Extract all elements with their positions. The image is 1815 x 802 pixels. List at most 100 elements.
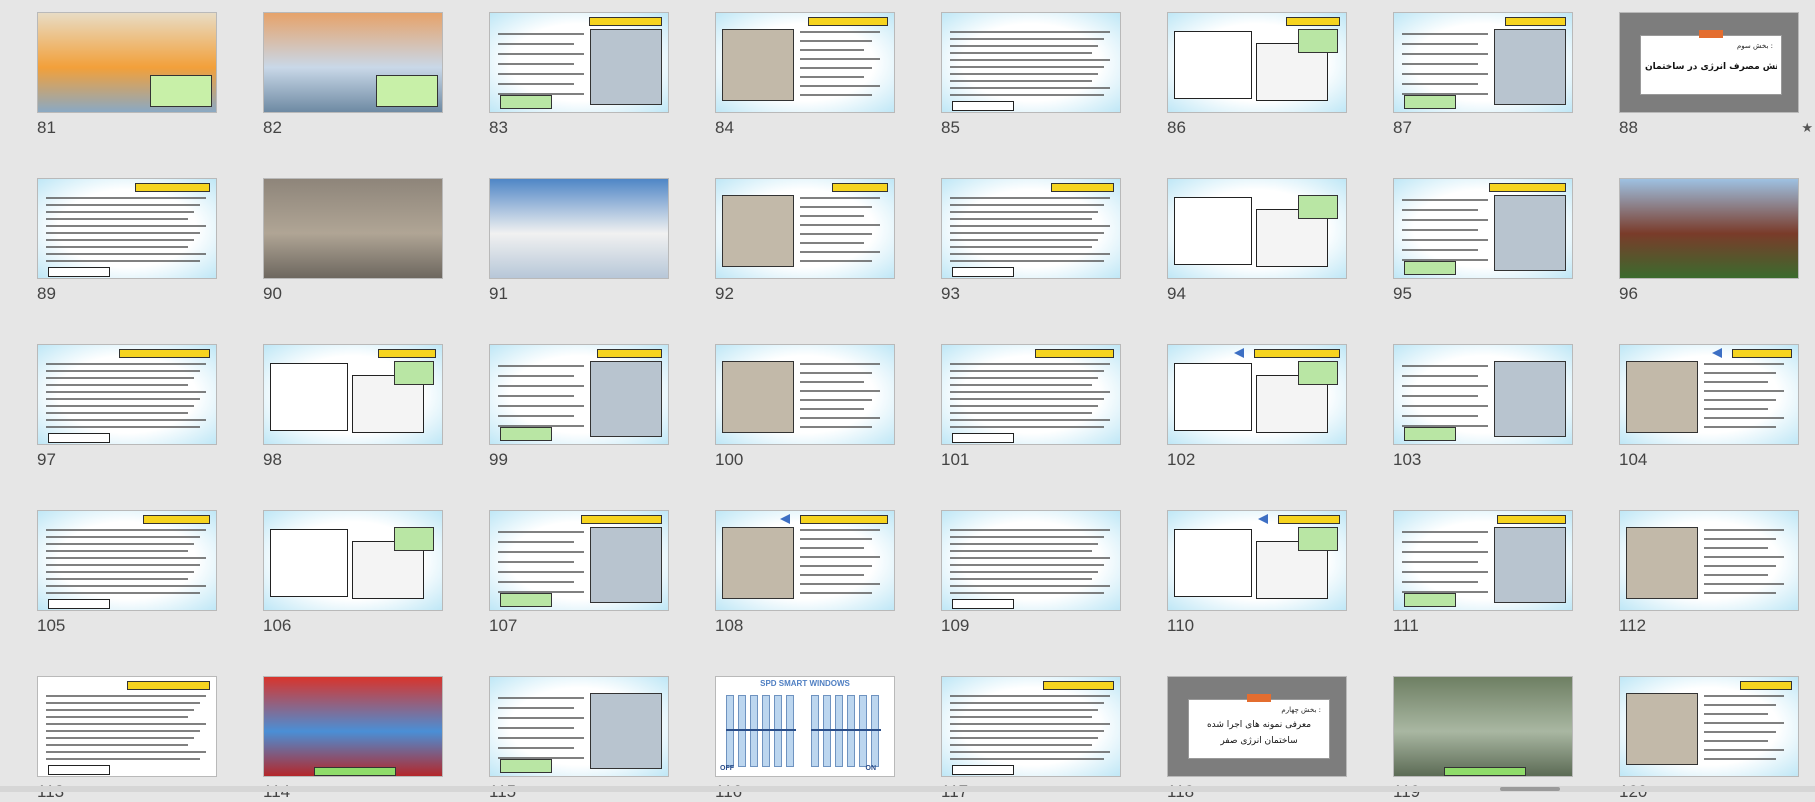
slide-thumbnail-cell[interactable]: 106 xyxy=(263,510,443,635)
slide-thumbnail[interactable] xyxy=(1619,510,1799,611)
slide-thumbnail[interactable]: SPD SMART WINDOWS OFF ON xyxy=(715,676,895,777)
slide-thumbnail-cell[interactable]: 84 xyxy=(715,12,895,137)
slide-thumbnail[interactable] xyxy=(941,676,1121,777)
text-line xyxy=(800,538,872,540)
slide-thumbnail[interactable] xyxy=(263,676,443,777)
slide-thumbnail[interactable] xyxy=(37,510,217,611)
slide-thumbnail[interactable] xyxy=(1619,344,1799,445)
slide-thumbnail-cell[interactable]: 120 xyxy=(1619,676,1799,801)
slide-title-bar xyxy=(1740,681,1792,690)
slide-thumbnail-cell[interactable]: 113 xyxy=(37,676,217,801)
slide-thumbnail-cell[interactable]: 100 xyxy=(715,344,895,469)
slide-thumbnail-cell[interactable]: 92 xyxy=(715,178,895,303)
slide-thumbnail-cell[interactable]: 82 xyxy=(263,12,443,137)
slide-thumbnail[interactable] xyxy=(489,676,669,777)
slide-thumbnail[interactable] xyxy=(1167,12,1347,113)
slide-thumbnail[interactable] xyxy=(1393,676,1573,777)
slide-thumbnail[interactable] xyxy=(1393,12,1573,113)
text-line xyxy=(950,585,1110,587)
slide-thumbnail-cell[interactable]: 101 xyxy=(941,344,1121,469)
slide-thumbnail[interactable] xyxy=(263,12,443,113)
slide-thumbnail-cell[interactable]: 107 xyxy=(489,510,669,635)
slide-thumbnail[interactable] xyxy=(941,178,1121,279)
slide-thumbnail[interactable] xyxy=(37,12,217,113)
slide-title-bar xyxy=(378,349,436,358)
slide-thumbnail[interactable] xyxy=(715,12,895,113)
slide-thumbnail[interactable] xyxy=(1167,344,1347,445)
slide-thumbnail[interactable] xyxy=(489,12,669,113)
text-line xyxy=(950,52,1092,54)
slide-thumbnail[interactable] xyxy=(37,344,217,445)
slide-thumbnail[interactable] xyxy=(1393,344,1573,445)
slide-thumbnail[interactable] xyxy=(37,676,217,777)
slide-thumbnail[interactable] xyxy=(489,510,669,611)
slide-thumbnail-cell[interactable]: 93 xyxy=(941,178,1121,303)
slide-thumbnail-cell[interactable]: 95 xyxy=(1393,178,1573,303)
slide-thumbnail-cell[interactable]: 94 xyxy=(1167,178,1347,303)
slide-thumbnail[interactable] xyxy=(1619,676,1799,777)
slide-number: 101 xyxy=(941,450,970,469)
window-rail xyxy=(811,729,881,731)
slide-thumbnail-cell[interactable]: 105 xyxy=(37,510,217,635)
slide-thumbnail-cell[interactable]: SPD SMART WINDOWS OFF ON 116 xyxy=(715,676,895,801)
slide-thumbnail[interactable] xyxy=(489,178,669,279)
slide-thumbnail[interactable] xyxy=(941,12,1121,113)
slide-thumbnail-cell[interactable]: بخش چهارم : معرفی نمونه های اجرا شده ساختم… xyxy=(1167,676,1347,801)
text-line xyxy=(1402,415,1478,417)
slide-thumbnail[interactable] xyxy=(263,344,443,445)
slide-thumbnail[interactable] xyxy=(489,344,669,445)
slide-thumbnail-cell[interactable]: 85 xyxy=(941,12,1121,137)
slide-thumbnail-cell[interactable]: 86 xyxy=(1167,12,1347,137)
slide-thumbnail[interactable] xyxy=(1393,178,1573,279)
text-line xyxy=(950,59,1110,61)
slide-image xyxy=(1494,361,1566,437)
slide-thumbnail[interactable] xyxy=(263,510,443,611)
slide-thumbnail-cell[interactable]: 109 xyxy=(941,510,1121,635)
slide-thumbnail-cell[interactable]: 99 xyxy=(489,344,669,469)
slide-thumbnail-cell[interactable]: 117 xyxy=(941,676,1121,801)
slide-thumbnail-cell[interactable]: 108 xyxy=(715,510,895,635)
slide-thumbnail[interactable] xyxy=(263,178,443,279)
slide-thumbnail-cell[interactable]: 112 xyxy=(1619,510,1799,635)
text-line xyxy=(1402,571,1488,573)
slide-thumbnail[interactable] xyxy=(715,510,895,611)
slide-thumbnail-cell[interactable]: 98 xyxy=(263,344,443,469)
text-line xyxy=(950,571,1098,573)
slide-thumbnail[interactable]: بخش چهارم : معرفی نمونه های اجرا شده ساختم… xyxy=(1167,676,1347,777)
slide-thumbnail[interactable] xyxy=(1619,178,1799,279)
slide-thumbnail-cell[interactable]: 96 xyxy=(1619,178,1799,303)
slide-thumbnail-cell[interactable]: 102 xyxy=(1167,344,1347,469)
text-line xyxy=(46,702,200,704)
text-line xyxy=(1402,375,1478,377)
slide-thumbnail[interactable] xyxy=(715,178,895,279)
slide-thumbnail-cell[interactable]: 111 xyxy=(1393,510,1573,635)
slide-thumbnail-cell[interactable]: 103 xyxy=(1393,344,1573,469)
slide-thumbnail[interactable] xyxy=(941,344,1121,445)
slide-thumbnail-cell[interactable]: 104 xyxy=(1619,344,1799,469)
slide-thumbnail-cell[interactable]: 114 xyxy=(263,676,443,801)
slide-number: 118 xyxy=(1167,782,1194,802)
slide-thumbnail[interactable] xyxy=(941,510,1121,611)
slide-thumbnail-cell[interactable]: 83 xyxy=(489,12,669,137)
slide-thumbnail[interactable] xyxy=(1393,510,1573,611)
slide-thumbnail-cell[interactable]: بخش سوم : راهکارهای کاهش مصرف انرژی در سا… xyxy=(1619,12,1813,137)
slide-thumbnail[interactable] xyxy=(1167,178,1347,279)
text-line xyxy=(46,253,206,255)
slide-thumbnail-cell[interactable]: 110 xyxy=(1167,510,1347,635)
slide-thumbnail-cell[interactable]: 81 xyxy=(37,12,217,137)
slide-thumbnail[interactable]: بخش سوم : راهکارهای کاهش مصرف انرژی در سا… xyxy=(1619,12,1799,113)
text-line xyxy=(498,375,574,377)
slide-thumbnail-cell[interactable]: 90 xyxy=(263,178,443,303)
slide-thumbnail-cell[interactable]: 115 xyxy=(489,676,669,801)
slide-thumbnail-cell[interactable]: 91 xyxy=(489,178,669,303)
slide-thumbnail[interactable] xyxy=(37,178,217,279)
slide-thumbnail-cell[interactable]: 97 xyxy=(37,344,217,469)
slide-thumbnail-cell[interactable]: 119 xyxy=(1393,676,1573,801)
slide-thumbnail-cell[interactable]: 87 xyxy=(1393,12,1573,137)
slide-thumbnail[interactable] xyxy=(1167,510,1347,611)
text-line xyxy=(800,31,880,33)
star-icon[interactable]: ★ xyxy=(1801,120,1813,136)
slide-thumbnail[interactable] xyxy=(715,344,895,445)
scrollbar-thumb[interactable] xyxy=(1500,787,1560,791)
slide-thumbnail-cell[interactable]: 89 xyxy=(37,178,217,303)
